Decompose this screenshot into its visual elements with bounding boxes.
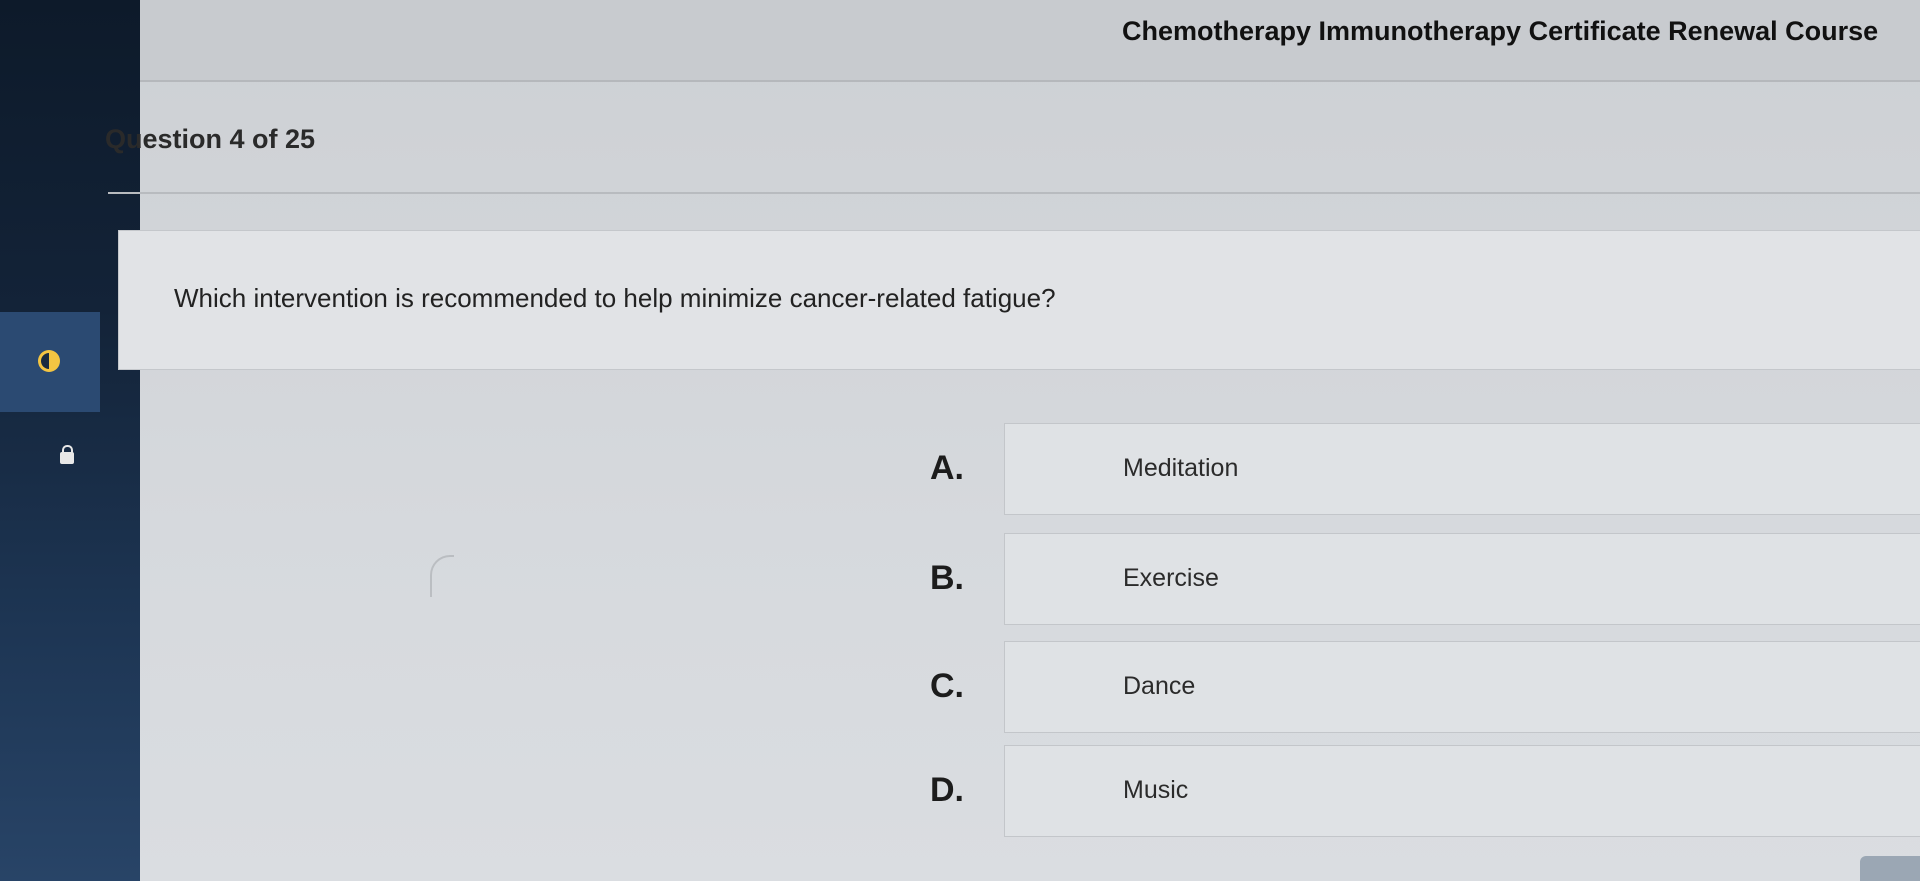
question-text: Which intervention is recommended to hel… (174, 283, 1056, 313)
answer-text: Dance (1123, 672, 1196, 700)
divider (108, 192, 1920, 194)
question-box: Which intervention is recommended to hel… (118, 230, 1920, 370)
lock-icon (60, 445, 74, 464)
question-counter: Question 4 of 25 (105, 124, 316, 154)
answer-option-a[interactable]: A. Meditation (900, 423, 1920, 515)
answer-box[interactable]: Exercise (1004, 533, 1920, 625)
answer-letter: A. (930, 449, 964, 487)
course-title: Chemotherapy Immunotherapy Certificate R… (1122, 16, 1879, 46)
sidebar-timer-section[interactable] (0, 312, 100, 412)
answer-letter: D. (930, 771, 964, 809)
quiz-page: Chemotherapy Immunotherapy Certificate R… (0, 0, 1920, 881)
answer-text: Meditation (1123, 454, 1239, 482)
decorative-mark (430, 555, 454, 597)
answer-option-b[interactable]: B. Exercise (900, 533, 1920, 625)
answer-text: Music (1123, 776, 1189, 804)
answer-text: Exercise (1123, 564, 1219, 592)
header-bar: Chemotherapy Immunotherapy Certificate R… (70, 0, 1920, 82)
answer-letter: B. (930, 559, 964, 597)
timer-icon[interactable] (38, 350, 60, 372)
next-button[interactable] (1860, 856, 1920, 881)
answer-box[interactable]: Meditation (1004, 423, 1920, 515)
answer-option-c[interactable]: C. Dance (900, 641, 1920, 733)
answer-box[interactable]: Dance (1004, 641, 1920, 733)
answer-letter: C. (930, 667, 964, 705)
answer-option-d[interactable]: D. Music (900, 745, 1920, 837)
answer-box[interactable]: Music (1004, 745, 1920, 837)
